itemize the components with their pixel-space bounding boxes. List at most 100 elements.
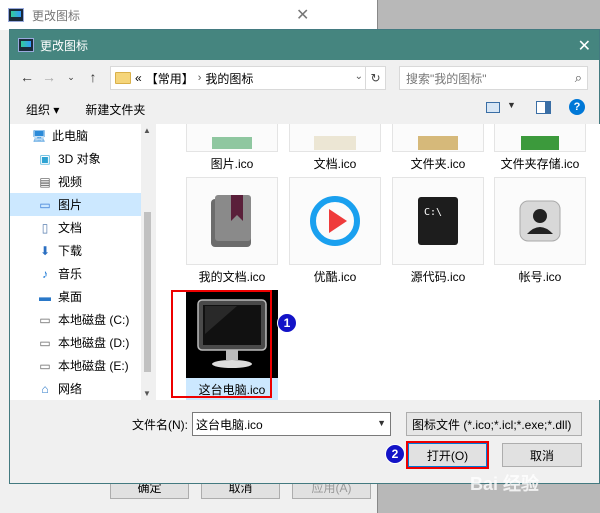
sidebar-item[interactable]: ⌂ 网络 bbox=[10, 377, 154, 400]
sidebar-item[interactable]: ▤ 视频 bbox=[10, 170, 154, 193]
drive-icon: ▭ bbox=[39, 335, 51, 350]
search-input[interactable]: 搜索"我的图标" ⌕ bbox=[399, 66, 588, 90]
folder-storage-icon bbox=[494, 124, 586, 152]
breadcrumb-common[interactable]: 【常用】 bbox=[146, 70, 194, 87]
background-titlebar: 更改图标 bbox=[0, 0, 377, 30]
back-arrow-icon[interactable]: ← bbox=[16, 69, 38, 85]
search-placeholder: 搜索"我的图标" bbox=[406, 71, 487, 86]
sidebar-item-label: 本地磁盘 (D:) bbox=[58, 336, 130, 350]
file-label: 文档.ico bbox=[313, 157, 357, 171]
selected-tile-highlight bbox=[171, 290, 272, 398]
file-tile[interactable]: 文件夹存储.ico bbox=[494, 124, 586, 172]
sidebar-item[interactable]: ▭ 本地磁盘 (E:) bbox=[10, 354, 154, 377]
filename-input[interactable]: 这台电脑.ico ▼ bbox=[192, 412, 391, 436]
youku-icon bbox=[289, 177, 381, 265]
network-icon: ⌂ bbox=[41, 381, 49, 396]
sidebar-item-label: 此电脑 bbox=[52, 129, 89, 143]
step-2-badge: 2 bbox=[385, 444, 405, 464]
step-1-badge: 1 bbox=[277, 313, 297, 333]
folder-icon bbox=[115, 72, 131, 84]
sidebar-item-label: 音乐 bbox=[58, 267, 83, 281]
folder-file-icon bbox=[392, 124, 484, 152]
dialog-cancel-button[interactable]: 取消 bbox=[502, 443, 582, 467]
up-arrow-icon[interactable]: ↑ bbox=[82, 69, 104, 85]
picture-icon: ▭ bbox=[39, 197, 51, 212]
address-bar[interactable]: « 【常用】 › 我的图标 ⌄ ↻ bbox=[110, 66, 386, 90]
background-title: 更改图标 bbox=[32, 8, 81, 23]
sidebar-item-label: 下载 bbox=[58, 244, 83, 258]
file-label: 源代码.ico bbox=[410, 270, 466, 284]
file-label: 文件夹存储.ico bbox=[500, 157, 580, 171]
drive-icon: ▭ bbox=[39, 312, 51, 327]
sidebar-item[interactable]: ▬ 桌面 bbox=[10, 285, 154, 308]
cube-icon: ▣ bbox=[39, 151, 51, 166]
background-close-icon[interactable]: ✕ bbox=[296, 5, 309, 25]
sidebar-item[interactable]: ▭ 本地磁盘 (D:) bbox=[10, 331, 154, 354]
organize-button[interactable]: 组织 ▾ bbox=[26, 101, 59, 118]
sidebar-item[interactable]: ♪ 音乐 bbox=[10, 262, 154, 285]
document-icon: ▯ bbox=[41, 220, 49, 235]
breadcrumb-my-icons[interactable]: 我的图标 bbox=[205, 70, 253, 87]
drive-icon: ▭ bbox=[39, 358, 51, 373]
sidebar-item-label: 桌面 bbox=[58, 290, 83, 304]
dialog-app-icon bbox=[18, 38, 34, 52]
navigation-pane: 🖥 此电脑 ▣ 3D 对象 ▤ 视频 ▭ 图片 ▯ 文档 ⬇ 下载 ♪ 音乐 ▬ 桌面 ▭ 本地磁盘 (C:) ▭ 本… bbox=[10, 124, 154, 400]
file-label: 图片.ico bbox=[210, 157, 254, 171]
filename-label: 文件名(N): bbox=[132, 418, 188, 432]
sidebar-item[interactable]: ⬇ 下载 bbox=[10, 239, 154, 262]
file-label: 我的文档.ico bbox=[198, 270, 266, 284]
dialog-title: 更改图标 bbox=[40, 38, 89, 53]
open-button-highlight bbox=[406, 441, 489, 469]
file-open-dialog: 更改图标 ✕ ← → ⌄ ↑ « 【常用】 › 我的图标 ⌄ ↻ 搜索"我的图标… bbox=[9, 29, 600, 484]
sidebar-item[interactable]: ▭ 图片 bbox=[10, 193, 154, 216]
filename-dropdown-icon[interactable]: ▼ bbox=[377, 418, 386, 428]
dialog-titlebar: 更改图标 bbox=[10, 30, 599, 60]
toolbar: 组织 ▾ 新建文件夹 ▼ ? bbox=[10, 94, 599, 124]
sidebar-item[interactable]: 🖥 此电脑 bbox=[10, 124, 154, 147]
account-icon bbox=[494, 177, 586, 265]
breadcrumb-overflow[interactable]: « bbox=[135, 71, 142, 85]
scroll-up-icon[interactable]: ▲ bbox=[143, 126, 151, 135]
sidebar-item-label: 图片 bbox=[58, 198, 83, 212]
help-icon[interactable]: ? bbox=[569, 99, 585, 115]
sidebar-item-label: 网络 bbox=[58, 382, 83, 396]
file-tile[interactable]: 我的文档.ico bbox=[186, 177, 278, 285]
file-tile[interactable]: C:\ 源代码.ico bbox=[392, 177, 484, 285]
filename-value: 这台电脑.ico bbox=[196, 417, 263, 432]
music-icon: ♪ bbox=[42, 266, 48, 281]
close-icon[interactable]: ✕ bbox=[578, 36, 591, 56]
file-label: 帐号.ico bbox=[518, 270, 562, 284]
navigation-bar: ← → ⌄ ↑ « 【常用】 › 我的图标 ⌄ ↻ 搜索"我的图标" ⌕ bbox=[10, 60, 599, 94]
file-tile[interactable]: 图片.ico bbox=[186, 124, 278, 172]
picture-file-icon bbox=[186, 124, 278, 152]
recent-locations-chevron-icon[interactable]: ⌄ bbox=[60, 72, 82, 83]
file-tile[interactable]: 文档.ico bbox=[289, 124, 381, 172]
scroll-down-icon[interactable]: ▼ bbox=[143, 389, 151, 398]
file-type-filter[interactable]: 图标文件 (*.ico;*.icl;*.exe;*.dll) bbox=[406, 412, 582, 436]
watermark: Bai 经验 bbox=[470, 474, 540, 494]
file-tile[interactable]: 帐号.ico bbox=[494, 177, 586, 285]
sidebar-item[interactable]: ▯ 文档 bbox=[10, 216, 154, 239]
address-dropdown-icon[interactable]: ⌄ bbox=[355, 71, 363, 82]
computer-icon: 🖥 bbox=[31, 128, 47, 143]
breadcrumb-separator-icon[interactable]: › bbox=[198, 72, 202, 84]
view-dropdown-icon[interactable]: ▼ bbox=[507, 100, 516, 110]
new-folder-button[interactable]: 新建文件夹 bbox=[85, 101, 145, 118]
forward-arrow-icon[interactable]: → bbox=[38, 69, 60, 85]
file-label: 优酷.ico bbox=[313, 270, 357, 284]
sidebar-item[interactable]: ▣ 3D 对象 bbox=[10, 147, 154, 170]
app-icon bbox=[8, 8, 24, 22]
file-tile[interactable]: 优酷.ico bbox=[289, 177, 381, 285]
view-mode-icon[interactable] bbox=[486, 102, 500, 113]
sidebar-item-label: 3D 对象 bbox=[58, 152, 101, 166]
my-documents-icon bbox=[186, 177, 278, 265]
sidebar-scrollbar[interactable]: ▲ ▼ bbox=[141, 124, 154, 400]
refresh-icon[interactable]: ↻ bbox=[365, 67, 385, 89]
sidebar-item[interactable]: ▭ 本地磁盘 (C:) bbox=[10, 308, 154, 331]
sidebar-item-label: 本地磁盘 (C:) bbox=[58, 313, 130, 327]
desktop-icon: ▬ bbox=[39, 289, 51, 304]
svg-text:C:\: C:\ bbox=[424, 207, 442, 218]
file-tile[interactable]: 文件夹.ico bbox=[392, 124, 484, 172]
preview-pane-icon[interactable] bbox=[536, 101, 551, 114]
scrollbar-thumb[interactable] bbox=[144, 212, 151, 372]
